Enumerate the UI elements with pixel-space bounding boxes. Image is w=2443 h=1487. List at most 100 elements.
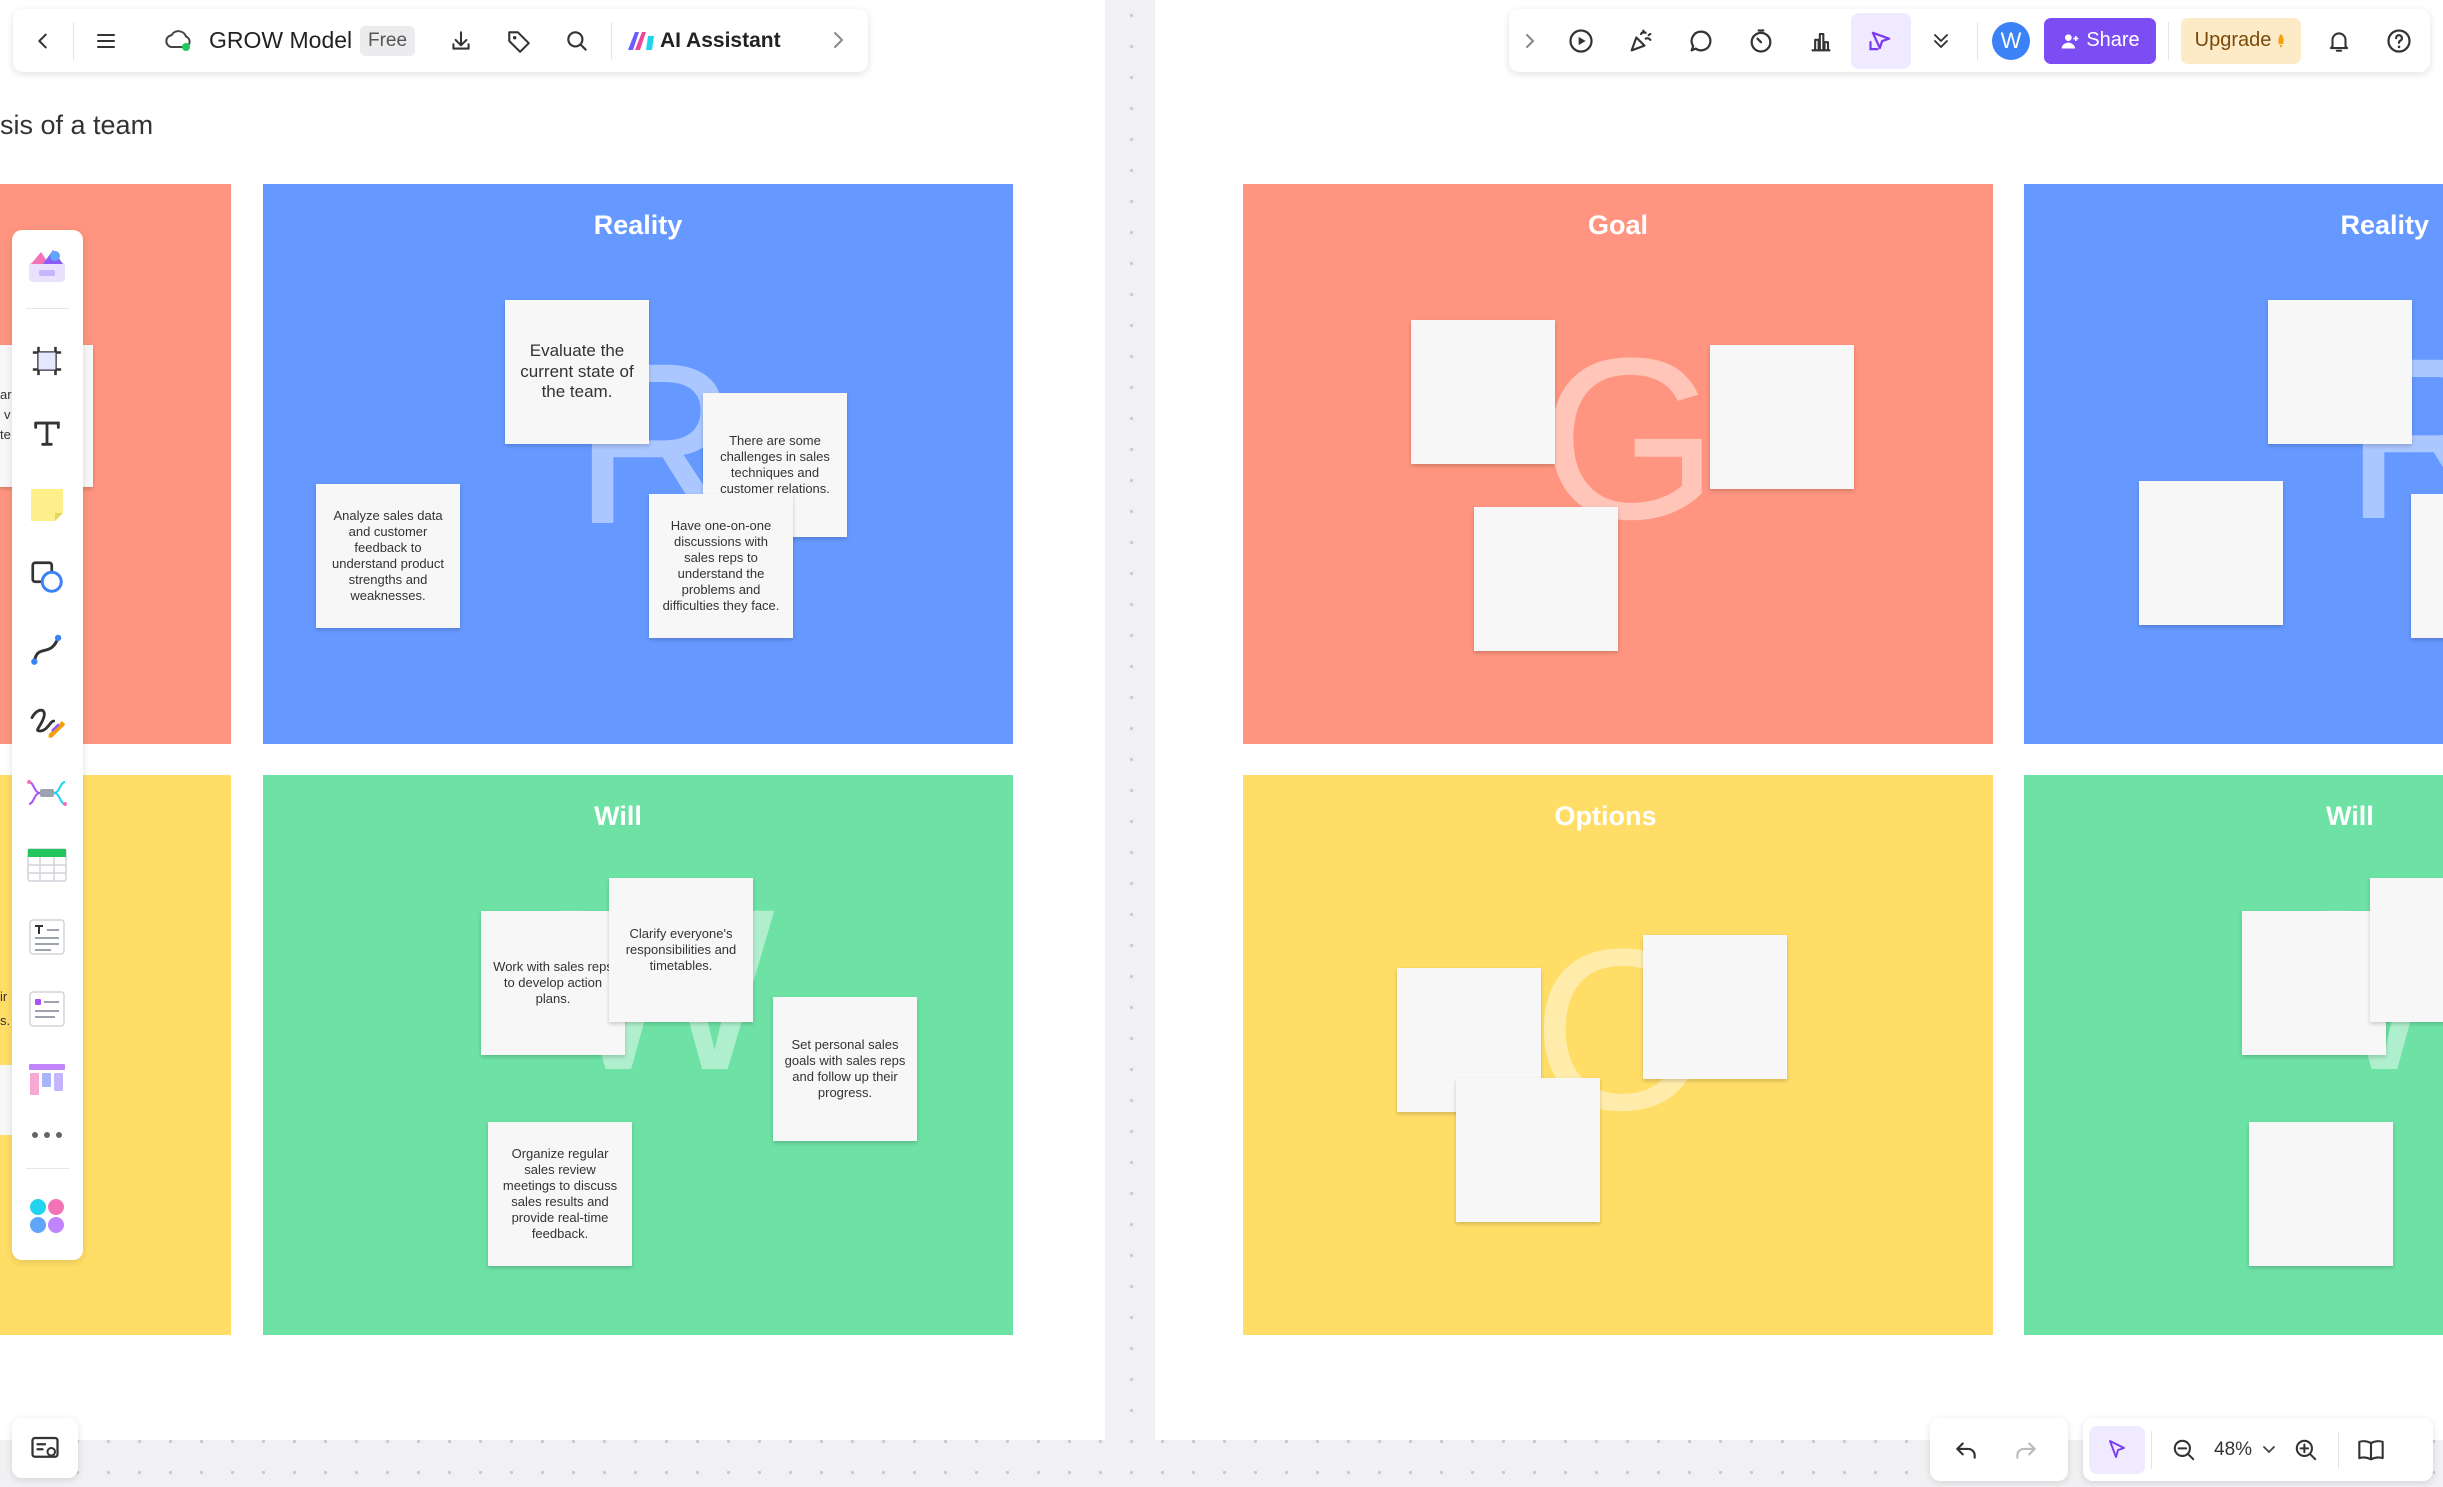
more-tools-button[interactable]: [12, 1110, 82, 1160]
text-block-tool[interactable]: [12, 907, 82, 967]
toolbar-divider: [611, 22, 612, 60]
mind-map-icon: [26, 772, 68, 814]
chevron-right-icon: [1521, 29, 1539, 53]
sticky-note[interactable]: Work with sales reps to develop action p…: [481, 911, 625, 1055]
partial-note: ir s.: [0, 985, 12, 1045]
mind-map-tool[interactable]: [12, 763, 82, 823]
toolbar-divider: [2168, 21, 2169, 60]
cursor-follow-icon: [1867, 27, 1895, 55]
shapes-tool[interactable]: [12, 547, 82, 607]
partial-text: ir: [0, 989, 8, 1004]
timer-button[interactable]: [1731, 13, 1791, 69]
present-button[interactable]: [1551, 13, 1611, 69]
apps-tool[interactable]: [12, 1186, 82, 1246]
upgrade-button[interactable]: Upgrade: [2181, 17, 2301, 64]
table-icon: [26, 847, 68, 883]
minimap-button[interactable]: [12, 1418, 78, 1478]
double-chevron-down-icon: [1929, 29, 1953, 53]
partial-text: s.: [0, 1013, 11, 1028]
play-circle-icon: [1567, 27, 1595, 55]
select-tool-button[interactable]: [2089, 1425, 2145, 1474]
sticky-note[interactable]: [1411, 320, 1555, 464]
comment-button[interactable]: [1671, 13, 1731, 69]
hamburger-menu-icon: [94, 29, 118, 53]
chevron-left-icon: [32, 30, 54, 52]
book-open-icon: [2357, 1437, 2385, 1463]
sticky-note[interactable]: Have one-on-one discussions with sales r…: [649, 494, 793, 638]
celebrate-button[interactable]: [1611, 13, 1671, 69]
frame-tool[interactable]: [12, 331, 82, 391]
user-avatar[interactable]: W: [1992, 21, 2030, 60]
collapse-toolbar-button[interactable]: [1509, 13, 1551, 69]
quadrant-title: Goal: [1587, 210, 1648, 240]
zoom-level-dropdown[interactable]: 48%: [2210, 1422, 2280, 1478]
connector-tool[interactable]: [12, 619, 82, 679]
redo-button[interactable]: [1996, 1422, 2056, 1478]
sticky-note[interactable]: Set personal sales goals with sales reps…: [773, 997, 917, 1141]
panel-divider: [26, 1168, 69, 1169]
sticky-note[interactable]: [1710, 345, 1854, 489]
zoom-in-button[interactable]: [2280, 1422, 2332, 1478]
bar-chart-icon: [1807, 27, 1835, 55]
outline-view-button[interactable]: [2345, 1422, 2397, 1478]
list-tool[interactable]: [12, 979, 82, 1039]
sticky-note[interactable]: [1456, 1078, 1600, 1222]
ai-assistant-label: AI Assistant: [660, 29, 781, 52]
document-title[interactable]: GROW Model: [209, 27, 352, 54]
reality-quadrant-partial: Reality R: [2024, 184, 2443, 744]
partial-text: te: [0, 427, 11, 442]
download-icon: [448, 28, 474, 54]
templates-icon: [25, 244, 69, 288]
tag-button[interactable]: [489, 13, 549, 69]
follow-cursor-button[interactable]: [1851, 12, 1911, 69]
sticky-note[interactable]: [2411, 494, 2443, 638]
help-icon: [2385, 27, 2413, 55]
table-tool[interactable]: [12, 835, 82, 895]
reality-quadrant: Reality R Evaluate the current state of …: [263, 184, 1013, 744]
panel-divider: [26, 308, 69, 309]
undo-button[interactable]: [1936, 1422, 1996, 1478]
kanban-icon: [27, 1062, 67, 1100]
sticky-note[interactable]: [2268, 300, 2412, 444]
sticky-note[interactable]: [2249, 1122, 2393, 1266]
sticky-note[interactable]: [2139, 481, 2283, 625]
vote-button[interactable]: [1791, 13, 1851, 69]
download-button[interactable]: [433, 13, 489, 69]
sticky-note[interactable]: Analyze sales data and customer feedback…: [316, 484, 460, 628]
add-user-icon: [2060, 31, 2080, 51]
share-button[interactable]: Share: [2044, 17, 2156, 64]
back-button[interactable]: [19, 13, 67, 69]
top-left-toolbar: GROW Model Free AI Assistant: [13, 9, 868, 72]
zoom-out-button[interactable]: [2158, 1422, 2210, 1478]
goal-quadrant: Goal G: [1243, 184, 1993, 744]
top-right-toolbar: W Share Upgrade: [1509, 9, 2430, 72]
partial-text: v: [4, 407, 11, 422]
shapes-icon: [28, 558, 66, 596]
sticky-note[interactable]: Evaluate the current state of the team.: [505, 300, 649, 444]
help-button[interactable]: [2369, 13, 2429, 69]
cloud-status[interactable]: [163, 27, 193, 53]
templates-tool[interactable]: [12, 236, 82, 296]
zoom-bar: 48%: [2083, 1418, 2433, 1481]
search-button[interactable]: [549, 13, 605, 69]
sticky-note[interactable]: [2370, 878, 2443, 1022]
sticky-note[interactable]: [1474, 507, 1618, 651]
pen-tool[interactable]: [12, 691, 82, 751]
rocket-icon: [2275, 33, 2287, 49]
ai-assistant-button[interactable]: AI Assistant: [618, 13, 789, 69]
sticky-note[interactable]: Organize regular sales review meetings t…: [488, 1122, 632, 1266]
notifications-button[interactable]: [2309, 13, 2369, 69]
sticky-note-tool[interactable]: [12, 475, 82, 535]
zoom-out-icon: [2171, 1437, 2197, 1463]
text-tool[interactable]: [12, 403, 82, 463]
sticky-note[interactable]: [1643, 935, 1787, 1079]
menu-button[interactable]: [80, 13, 132, 69]
sticky-note[interactable]: [2242, 911, 2386, 1055]
toolbar-divider: [73, 21, 74, 60]
sticky-note[interactable]: Clarify everyone's responsibilities and …: [609, 878, 753, 1022]
share-label: Share: [2086, 29, 2140, 51]
expand-toolbar-button[interactable]: [828, 27, 848, 53]
more-tools-button[interactable]: [1911, 13, 1971, 69]
kanban-tool[interactable]: [12, 1051, 82, 1111]
comment-icon: [1687, 27, 1715, 55]
